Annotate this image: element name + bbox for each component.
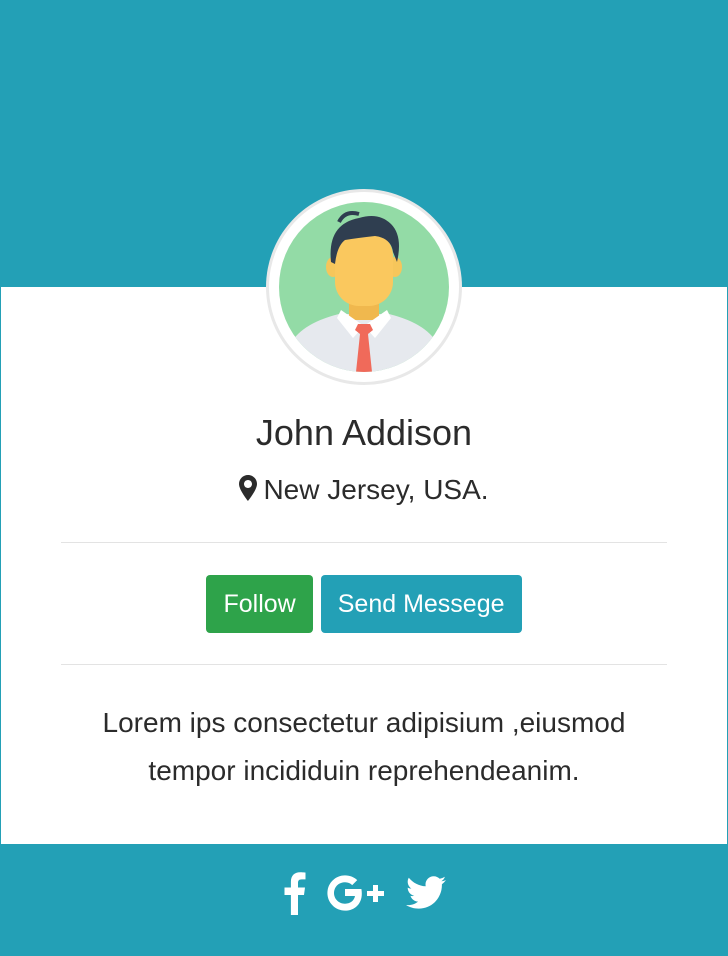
twitter-icon[interactable]	[406, 876, 446, 910]
send-message-button[interactable]: Send Messege	[320, 575, 522, 633]
avatar	[269, 192, 459, 382]
profile-card: John Addison New Jersey, USA. Follow Send…	[0, 0, 728, 956]
action-buttons: Follow Send Messege	[1, 575, 727, 633]
bio-line: tempor incididuin reprehendeanim.	[148, 755, 580, 786]
facebook-icon[interactable]	[282, 871, 306, 915]
location-text: New Jersey, USA.	[263, 474, 489, 505]
divider-top	[61, 542, 667, 543]
user-avatar-icon	[279, 202, 449, 372]
follow-button[interactable]: Follow	[206, 575, 313, 633]
profile-name: John Addison	[255, 412, 473, 453]
social-links	[1, 871, 727, 915]
profile-location: New Jersey, USA.	[1, 472, 727, 510]
map-marker-icon	[239, 474, 258, 510]
bio-line: Lorem ips consectetur adipisium ,eiusmod	[102, 707, 626, 738]
divider-bottom	[61, 664, 667, 665]
profile-bio: Lorem ips consectetur adipisium ,eiusmod…	[61, 699, 667, 795]
google-plus-icon[interactable]	[326, 873, 386, 913]
